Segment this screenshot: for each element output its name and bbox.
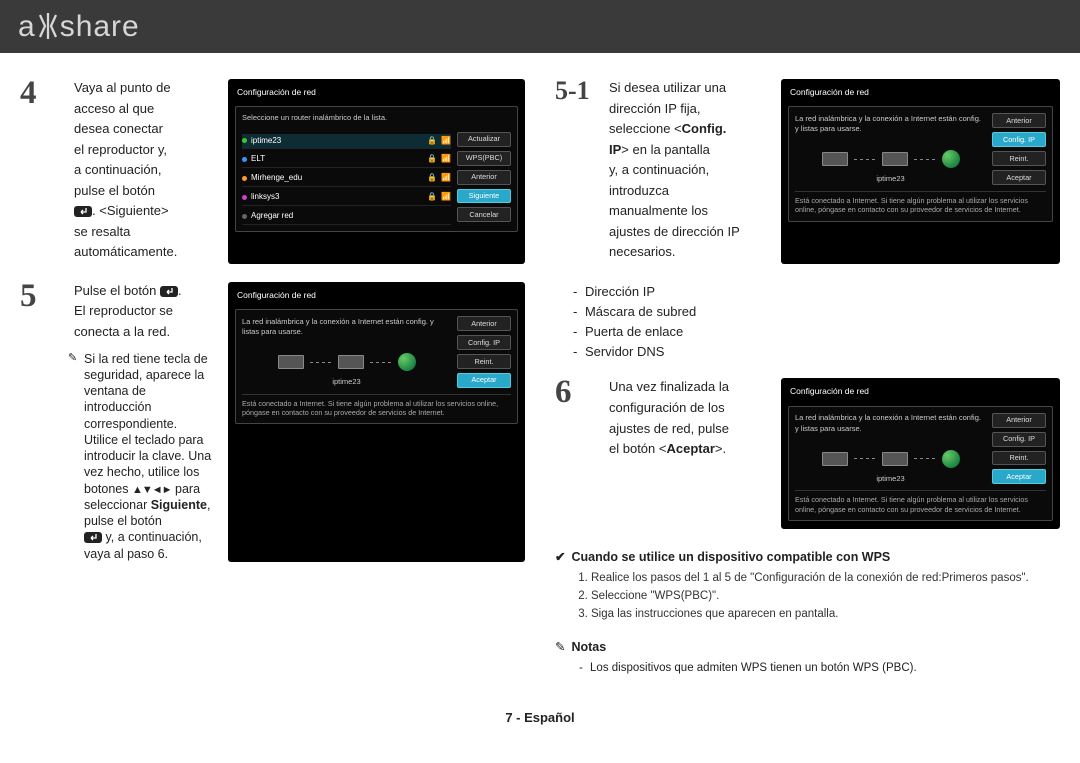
ss-btn: Anterior — [457, 170, 511, 185]
ss-btn: Actualizar — [457, 132, 511, 147]
enter-icon — [74, 206, 92, 217]
wps-steps: Realice los pasos del 1 al 5 de "Configu… — [591, 570, 1060, 623]
step5-note: Si la red tiene tecla de seguridad, apar… — [72, 351, 216, 562]
list-item: Mirhenge_edu🔒📶 — [242, 171, 451, 187]
notes-list: Los dispositivos que admiten WPS tienen … — [591, 660, 1060, 678]
step-5-1: 5-1 Si desea utilizar una dirección IP f… — [555, 79, 1060, 264]
list-item: linksys3🔒📶 — [242, 190, 451, 206]
list-item: Servidor DNS — [585, 342, 1060, 362]
allshare-logo: ashare — [18, 10, 140, 44]
wifi-list: iptime23🔒📶 ELT🔒📶 Mirhenge_edu🔒📶 linksys3… — [242, 134, 451, 225]
device-icon — [278, 355, 304, 369]
step4-screenshot: Configuración de red Seleccione un route… — [228, 79, 525, 264]
step6-screenshot: Configuración de red La red inalámbrica … — [781, 378, 1060, 529]
list-item: Realice los pasos del 1 al 5 de "Configu… — [591, 570, 1060, 588]
left-column: 4 Vaya al punto de acceso al que desea c… — [20, 79, 525, 678]
step51-screenshot: Configuración de red La red inalámbrica … — [781, 79, 1060, 264]
enter-icon — [160, 286, 178, 297]
logo-letter-a: a — [18, 10, 36, 43]
step-number: 5 — [20, 282, 66, 562]
list-item: Agregar red — [242, 209, 451, 225]
page-footer: 7 - Español — [0, 710, 1080, 737]
logo-bars-icon — [37, 13, 59, 39]
wifi-icon: 📶 — [441, 136, 451, 147]
lock-icon: 🔒 — [427, 136, 437, 147]
step-4: 4 Vaya al punto de acceso al que desea c… — [20, 79, 525, 264]
globe-icon — [398, 353, 416, 371]
list-item: Seleccione "WPS(PBC)". — [591, 588, 1060, 606]
wps-heading: Cuando se utilice un dispositivo compati… — [555, 549, 1060, 564]
notes-heading: Notas — [555, 639, 1060, 654]
list-item: Los dispositivos que admiten WPS tienen … — [591, 660, 1060, 678]
router-icon — [338, 355, 364, 369]
list-item: iptime23🔒📶 — [242, 134, 451, 150]
ss-btn: Siguiente — [457, 189, 511, 204]
step6-text: Una vez finalizada la configuración de l… — [609, 378, 769, 529]
arrow-keys-icon: ▲▼◄► — [132, 484, 172, 496]
step-5: 5 Pulse el botón . El reproductor se con… — [20, 282, 525, 562]
connection-diagram — [242, 343, 451, 375]
list-item: Dirección IP — [585, 282, 1060, 302]
step4-text: Vaya al punto de acceso al que desea con… — [74, 79, 216, 264]
list-item: Siga las instrucciones que aparecen en p… — [591, 606, 1060, 624]
list-item: Máscara de subred — [585, 302, 1060, 322]
ss-btn: Cancelar — [457, 207, 511, 222]
header-bar: ashare — [0, 0, 1080, 53]
enter-icon — [84, 532, 102, 543]
page-content: 4 Vaya al punto de acceso al que desea c… — [0, 53, 1080, 688]
list-item: ELT🔒📶 — [242, 152, 451, 168]
step-number: 5-1 — [555, 79, 601, 264]
step-number: 4 — [20, 79, 66, 264]
step-number: 6 — [555, 378, 601, 529]
step-6: 6 Una vez finalizada la configuración de… — [555, 378, 1060, 529]
right-column: 5-1 Si desea utilizar una dirección IP f… — [555, 79, 1060, 678]
step5-screenshot: Configuración de red La red inalámbrica … — [228, 282, 525, 562]
step5-text: Pulse el botón . El reproductor se conec… — [74, 282, 216, 562]
ss-btn: WPS(PBC) — [457, 151, 511, 166]
ss-title: Configuración de red — [235, 85, 518, 102]
ip-settings-list: Dirección IP Máscara de subred Puerta de… — [585, 282, 1060, 363]
logo-word-share: share — [60, 10, 140, 43]
step51-text: Si desea utilizar una dirección IP fija,… — [609, 79, 769, 264]
list-item: Puerta de enlace — [585, 322, 1060, 342]
